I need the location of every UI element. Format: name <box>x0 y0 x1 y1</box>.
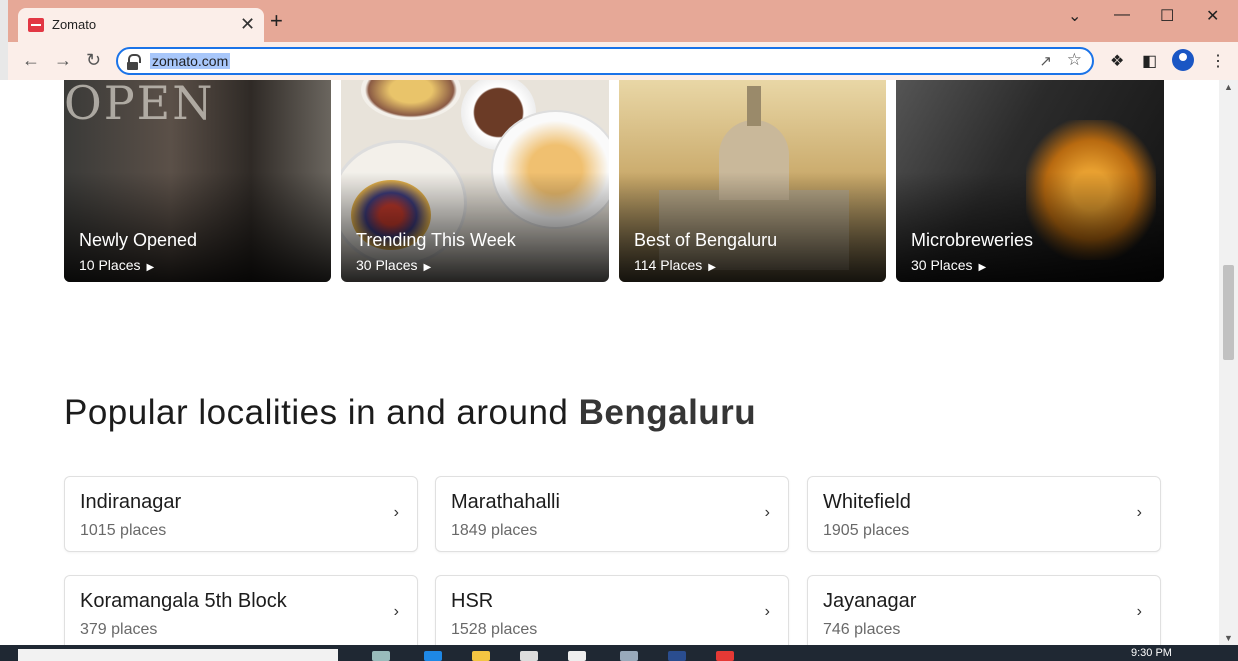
close-window-button[interactable]: ✕ <box>1206 6 1219 26</box>
app-icon[interactable] <box>668 651 686 661</box>
locality-count: 1849 places <box>451 522 538 539</box>
collection-places-link[interactable]: 10 Places ▶ <box>79 257 154 273</box>
collection-places-link[interactable]: 30 Places ▶ <box>911 257 986 273</box>
task-view-icon[interactable] <box>372 651 390 661</box>
locality-name: Jayanagar <box>823 590 917 612</box>
new-tab-button[interactable]: + <box>270 10 283 32</box>
chevron-right-icon: › <box>1136 603 1142 620</box>
chevron-right-icon: › <box>1136 504 1142 521</box>
profile-avatar-icon[interactable] <box>1172 49 1194 71</box>
taskbar-clock[interactable]: 9:30 PM <box>1131 647 1172 659</box>
windows-taskbar: 9:30 PM <box>0 645 1238 661</box>
open-sign-image-text: OPEN <box>64 80 215 130</box>
bookmark-star-icon[interactable]: ☆ <box>1067 50 1082 70</box>
forward-arrow-icon[interactable]: → <box>54 50 72 71</box>
caret-right-icon: ▶ <box>708 262 716 273</box>
chevron-right-icon: › <box>393 603 399 620</box>
collection-card-newly-opened[interactable]: OPEN Newly Opened 10 Places ▶ <box>64 80 331 282</box>
store-icon[interactable] <box>520 651 538 661</box>
locality-name: Indiranagar <box>80 491 182 513</box>
locality-count: 1015 places <box>80 522 167 539</box>
browser-tab-strip: Zomato ✕ + ⌄ — ☐ ✕ <box>8 0 1238 42</box>
locality-count: 1905 places <box>823 522 910 539</box>
reload-icon[interactable]: ↻ <box>86 50 101 71</box>
collection-places-count: 30 Places <box>356 257 418 273</box>
building-spire-image <box>747 86 761 126</box>
locality-count: 1528 places <box>451 621 538 638</box>
page-scrollbar[interactable]: ▲ ▼ <box>1219 80 1238 645</box>
lock-icon[interactable] <box>127 54 141 70</box>
collection-card-best-of-bengaluru[interactable]: Best of Bengaluru 114 Places ▶ <box>619 80 886 282</box>
minimize-button[interactable]: — <box>1114 6 1130 24</box>
tab-search-icon[interactable]: ⌄ <box>1068 6 1081 26</box>
chevron-right-icon: › <box>393 504 399 521</box>
side-panel-icon[interactable]: ◧ <box>1142 51 1157 71</box>
locality-name: Koramangala 5th Block <box>80 590 287 612</box>
tab-close-icon[interactable]: ✕ <box>240 14 255 35</box>
menu-kebab-icon[interactable]: ⋮ <box>1210 51 1226 71</box>
locality-card-whitefield[interactable]: Whitefield 1905 places › <box>807 476 1161 552</box>
collection-card-microbreweries[interactable]: Microbreweries 30 Places ▶ <box>896 80 1164 282</box>
locality-card-jayanagar[interactable]: Jayanagar 746 places › <box>807 575 1161 645</box>
extensions-puzzle-icon[interactable]: ❖ <box>1110 51 1124 71</box>
locality-count: 746 places <box>823 621 901 638</box>
file-explorer-icon[interactable] <box>472 651 490 661</box>
chrome-icon[interactable] <box>716 651 734 661</box>
collection-places-link[interactable]: 30 Places ▶ <box>356 257 431 273</box>
heading-city: Bengaluru <box>578 393 757 432</box>
heading-prefix: Popular localities in and around <box>64 393 579 432</box>
url-text[interactable]: zomato.com <box>150 53 231 69</box>
caret-right-icon: ▶ <box>978 262 987 273</box>
edge-icon[interactable] <box>424 651 442 661</box>
locality-card-marathahalli[interactable]: Marathahalli 1849 places › <box>435 476 789 552</box>
zomato-favicon-icon <box>28 18 44 32</box>
chevron-right-icon: › <box>764 504 770 521</box>
share-icon[interactable]: ↗ <box>1039 52 1052 70</box>
bowl-top-image <box>361 80 461 120</box>
collection-places-count: 10 Places <box>79 257 141 273</box>
chevron-right-icon: › <box>764 603 770 620</box>
locality-name: Marathahalli <box>451 491 560 513</box>
locality-card-hsr[interactable]: HSR 1528 places › <box>435 575 789 645</box>
tab-title: Zomato <box>52 17 97 32</box>
locality-count: 379 places <box>80 621 158 638</box>
section-heading: Popular localities in and around Bengalu… <box>64 393 756 433</box>
taskbar-search-box[interactable] <box>18 649 338 661</box>
maximize-button[interactable]: ☐ <box>1160 6 1174 26</box>
browser-toolbar: ← → ↻ zomato.com ↗ ☆ ❖ ◧ ⋮ <box>8 42 1238 80</box>
scroll-up-arrow-icon[interactable]: ▲ <box>1224 82 1233 92</box>
locality-name: Whitefield <box>823 491 911 513</box>
caret-right-icon: ▶ <box>423 262 432 273</box>
collection-places-link[interactable]: 114 Places ▶ <box>634 257 716 273</box>
address-bar[interactable]: zomato.com ↗ ☆ <box>116 47 1094 75</box>
collection-card-trending[interactable]: Trending This Week 30 Places ▶ <box>341 80 609 282</box>
collection-title: Trending This Week <box>356 230 516 250</box>
caret-right-icon: ▶ <box>146 262 155 273</box>
collection-title: Microbreweries <box>911 230 1034 250</box>
locality-card-koramangala[interactable]: Koramangala 5th Block 379 places › <box>64 575 418 645</box>
scroll-down-arrow-icon[interactable]: ▼ <box>1224 633 1233 643</box>
locality-card-indiranagar[interactable]: Indiranagar 1015 places › <box>64 476 418 552</box>
collection-title: Newly Opened <box>79 230 198 250</box>
scroll-thumb[interactable] <box>1223 265 1234 360</box>
locality-name: HSR <box>451 590 494 612</box>
app-icon[interactable] <box>620 651 638 661</box>
collection-title: Best of Bengaluru <box>634 230 778 250</box>
mail-icon[interactable] <box>568 651 586 661</box>
page-viewport: OPEN Newly Opened 10 Places ▶ Trending Th… <box>8 80 1219 645</box>
collection-places-count: 30 Places <box>911 257 973 273</box>
collection-places-count: 114 Places <box>634 257 703 273</box>
back-arrow-icon[interactable]: ← <box>22 50 40 71</box>
browser-tab-zomato[interactable]: Zomato ✕ <box>18 8 264 42</box>
